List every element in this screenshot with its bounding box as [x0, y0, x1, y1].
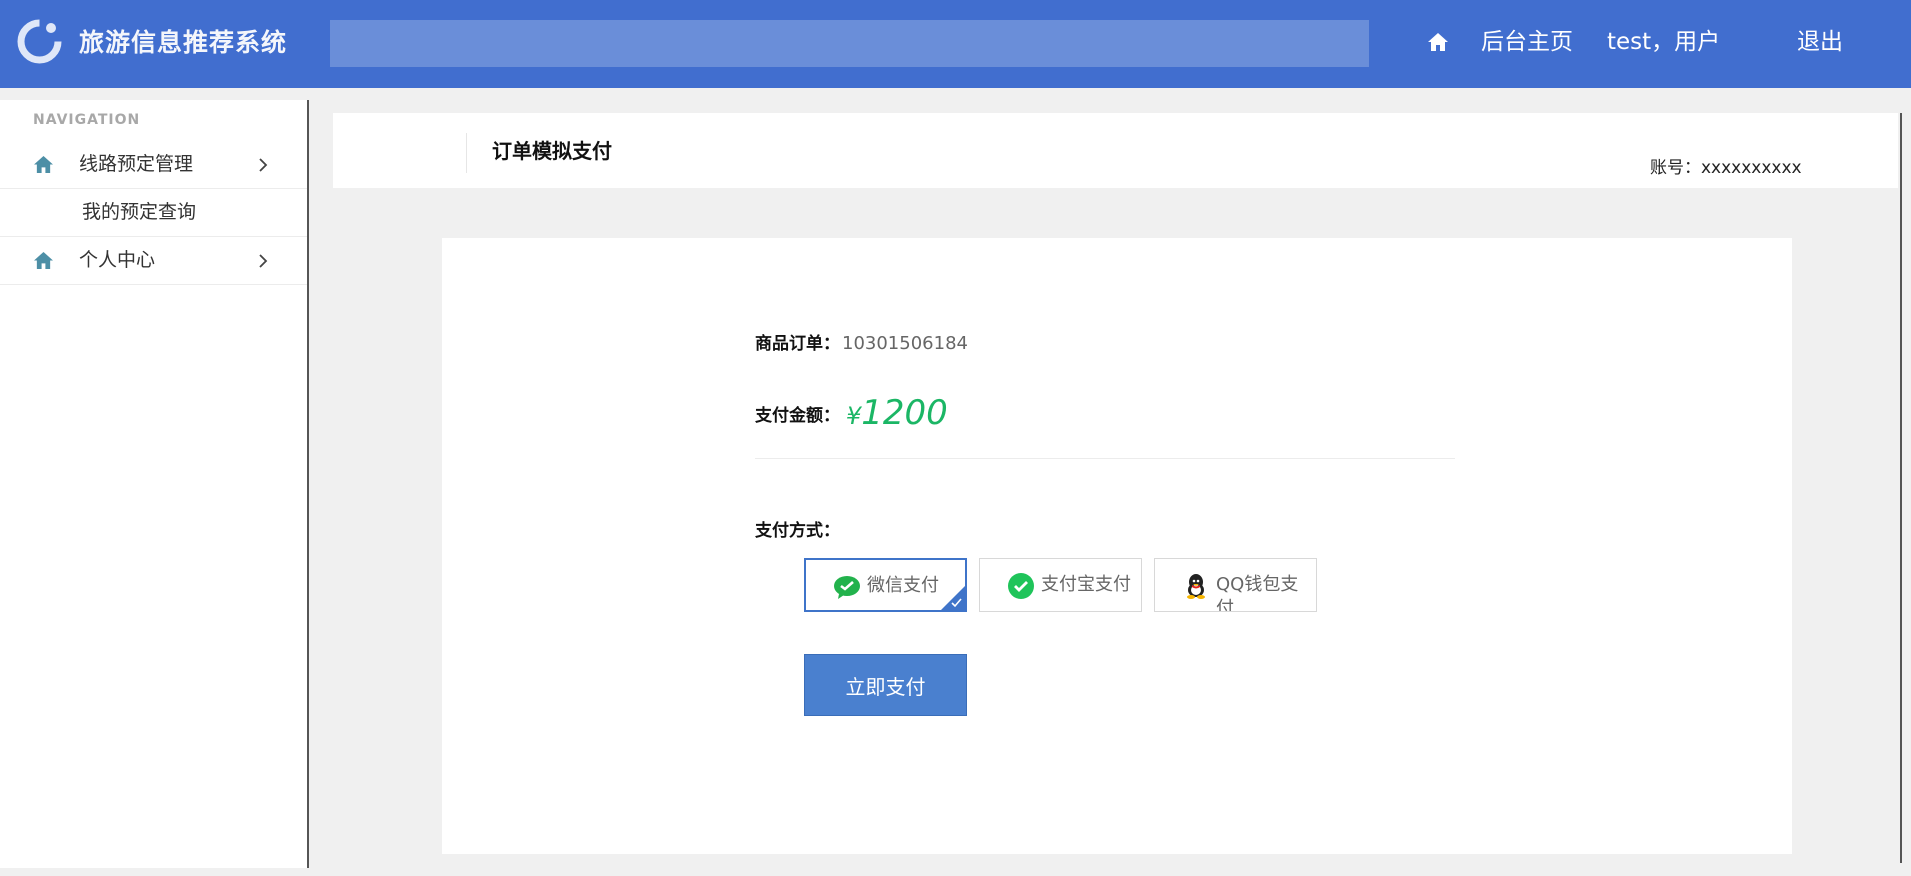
divider: [466, 133, 467, 173]
nav-heading: NAVIGATION: [33, 112, 141, 128]
app-title: 旅游信息推荐系统: [79, 28, 288, 57]
payment-method-label: 支付方式：: [755, 521, 840, 541]
alipay-icon: [1008, 573, 1034, 599]
sidebar: NAVIGATION 线路预定管理 我的预定查询 个人中心: [0, 100, 309, 868]
top-header: 旅游信息推荐系统 后台主页 test，用户 退出: [0, 0, 1911, 88]
sidebar-item-label: 我的预定查询: [82, 201, 197, 223]
wechat-pay-option[interactable]: 微信支付: [804, 558, 967, 612]
account-label: 账号：xxxxxxxxxx: [1650, 158, 1802, 178]
amount-value: 1200: [861, 393, 948, 433]
logout-link[interactable]: 退出: [1797, 26, 1843, 58]
payment-option-label: QQ钱包支付: [1216, 574, 1299, 612]
pay-now-button[interactable]: 立即支付: [804, 654, 967, 716]
logo-icon: [17, 19, 62, 64]
payment-amount: ¥1200: [846, 391, 948, 438]
alipay-option[interactable]: 支付宝支付: [979, 558, 1142, 612]
chevron-right-icon: [259, 158, 268, 172]
sidebar-subitem-my-bookings[interactable]: 我的预定查询: [0, 189, 307, 237]
home-icon: [34, 251, 53, 270]
payment-option-label: 微信支付: [867, 575, 939, 596]
sidebar-item-label: 个人中心: [79, 249, 156, 271]
chevron-right-icon: [259, 254, 268, 268]
home-icon: [34, 155, 53, 174]
divider: [1900, 113, 1902, 863]
qq-wallet-option[interactable]: QQ钱包支付: [1154, 558, 1317, 612]
currency-symbol: ¥: [846, 402, 862, 430]
selected-check-icon: [941, 586, 965, 610]
divider: [755, 458, 1455, 459]
user-greeting[interactable]: test，用户: [1607, 26, 1720, 58]
admin-home-link[interactable]: 后台主页: [1481, 26, 1573, 58]
payment-option-label: 支付宝支付: [1041, 574, 1131, 595]
home-icon[interactable]: [1427, 32, 1449, 52]
order-label: 商品订单：: [755, 334, 840, 354]
search-input[interactable]: [330, 20, 1369, 67]
page-header-panel: 订单模拟支付 账号：xxxxxxxxxx: [333, 113, 1898, 188]
page-title: 订单模拟支付: [492, 139, 612, 163]
sidebar-item-personal-center[interactable]: 个人中心: [0, 237, 307, 285]
payment-card: 商品订单： 10301506184 支付金额： ¥1200 支付方式： 微信支付…: [442, 238, 1792, 854]
sidebar-item-label: 线路预定管理: [79, 153, 194, 175]
amount-label: 支付金额：: [755, 406, 840, 426]
order-number: 10301506184: [842, 333, 968, 354]
wechat-icon: [834, 576, 860, 599]
qq-icon: [1187, 574, 1205, 599]
sidebar-item-route-booking[interactable]: 线路预定管理: [0, 141, 307, 189]
